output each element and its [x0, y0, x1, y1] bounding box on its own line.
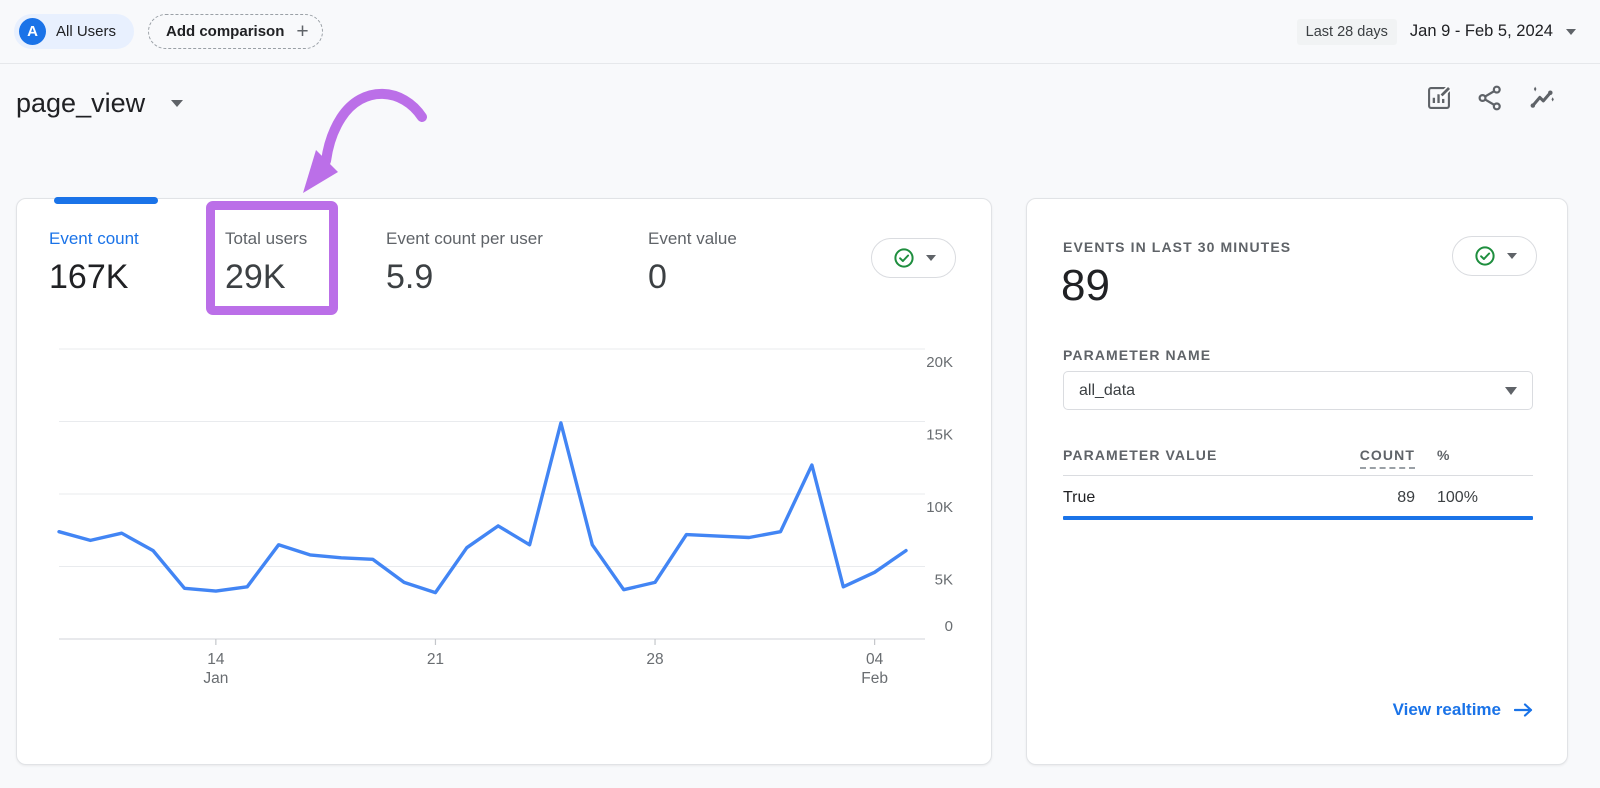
svg-text:5K: 5K [935, 572, 953, 589]
svg-text:15K: 15K [926, 427, 953, 444]
svg-text:14: 14 [207, 651, 225, 668]
table-row-percent: 100% [1437, 489, 1478, 506]
column-header-count[interactable]: COUNT [1359, 447, 1415, 469]
chevron-down-icon [925, 255, 936, 261]
metric-label: Total users [225, 229, 308, 248]
event-count-line-chart: 20K 15K 10K 5K 0 14 Jan 21 28 04 Feb [57, 348, 953, 687]
chevron-down-icon [1566, 28, 1576, 35]
svg-text:21: 21 [427, 651, 444, 668]
data-quality-dropdown[interactable] [1452, 236, 1537, 276]
insights-icon[interactable] [1527, 84, 1555, 112]
date-preset-badge: Last 28 days [1296, 18, 1397, 45]
audience-label: All Users [56, 23, 117, 40]
selected-tab-indicator [54, 197, 158, 204]
add-comparison-button[interactable]: Add comparison + [148, 14, 323, 49]
metric-value: 5.9 [386, 258, 434, 296]
column-header-percent: % [1437, 447, 1451, 463]
arrow-right-icon [1514, 703, 1533, 717]
date-range-value: Jan 9 - Feb 5, 2024 [1409, 22, 1553, 40]
svg-text:10K: 10K [926, 499, 953, 516]
svg-text:04: 04 [866, 651, 884, 668]
chevron-down-icon [1506, 253, 1517, 259]
event-name-dropdown[interactable]: page_view [16, 88, 184, 119]
table-header-divider [1063, 475, 1533, 476]
metric-tab-event-count-per-user[interactable]: Event count per user 5.9 [386, 229, 543, 297]
column-header-parameter-value: PARAMETER VALUE [1063, 447, 1218, 463]
audience-avatar: A [19, 18, 46, 45]
table-row-count: 89 [1397, 489, 1415, 506]
annotation-arrow [303, 88, 427, 193]
svg-text:0: 0 [945, 618, 953, 635]
report-toolbar [1425, 84, 1555, 112]
check-circle-icon [1474, 246, 1495, 266]
view-realtime-label: View realtime [1392, 700, 1501, 719]
check-circle-icon [893, 248, 914, 268]
metric-value: 29K [225, 258, 286, 296]
svg-text:28: 28 [646, 651, 663, 668]
svg-text:Feb: Feb [861, 670, 888, 687]
date-range-picker[interactable]: Last 28 days Jan 9 - Feb 5, 2024 [1296, 18, 1576, 45]
plus-icon: + [296, 20, 309, 43]
share-icon[interactable] [1476, 84, 1504, 112]
chevron-down-icon [171, 100, 184, 107]
metric-label: Event count per user [386, 229, 543, 248]
audience-segment-chip[interactable]: A All Users [14, 14, 135, 49]
parameter-name-label: PARAMETER NAME [1063, 347, 1212, 363]
svg-text:Jan: Jan [203, 670, 228, 687]
top-bar: A All Users Add comparison + Last 28 day… [0, 0, 1600, 64]
realtime-value: 89 [1061, 261, 1110, 310]
metric-tab-event-value[interactable]: Event value 0 [648, 229, 737, 297]
table-row-value: True [1063, 489, 1096, 506]
metric-label: Event count [49, 229, 139, 248]
metric-value: 167K [49, 258, 129, 296]
svg-text:20K: 20K [926, 354, 953, 371]
realtime-events-card: EVENTS IN LAST 30 MINUTES 89 PARAMETER N… [1026, 198, 1568, 765]
table-row-bar-track [1063, 516, 1533, 520]
customize-report-icon[interactable] [1425, 84, 1453, 112]
data-quality-dropdown[interactable] [871, 238, 956, 278]
metric-tab-total-users[interactable]: Total users 29K [225, 229, 307, 297]
metric-label: Event value [648, 229, 737, 248]
metric-value: 0 [648, 258, 667, 296]
add-comparison-label: Add comparison [166, 23, 285, 40]
page-title: page_view [16, 88, 146, 118]
ga4-event-report: { "topbar": { "audience": { "avatar_lett… [0, 0, 1600, 788]
parameter-name-select[interactable]: all_data [1063, 371, 1533, 410]
metric-tab-event-count[interactable]: Event count 167K [49, 229, 139, 297]
chevron-down-icon [1505, 386, 1517, 395]
percent-bar [1063, 516, 1533, 520]
view-realtime-link[interactable]: View realtime [1393, 700, 1533, 720]
realtime-title: EVENTS IN LAST 30 MINUTES [1063, 239, 1292, 255]
event-metrics-card: Event count 167K Total users 29K Event c… [16, 197, 992, 765]
parameter-name-value: all_data [1079, 381, 1136, 399]
